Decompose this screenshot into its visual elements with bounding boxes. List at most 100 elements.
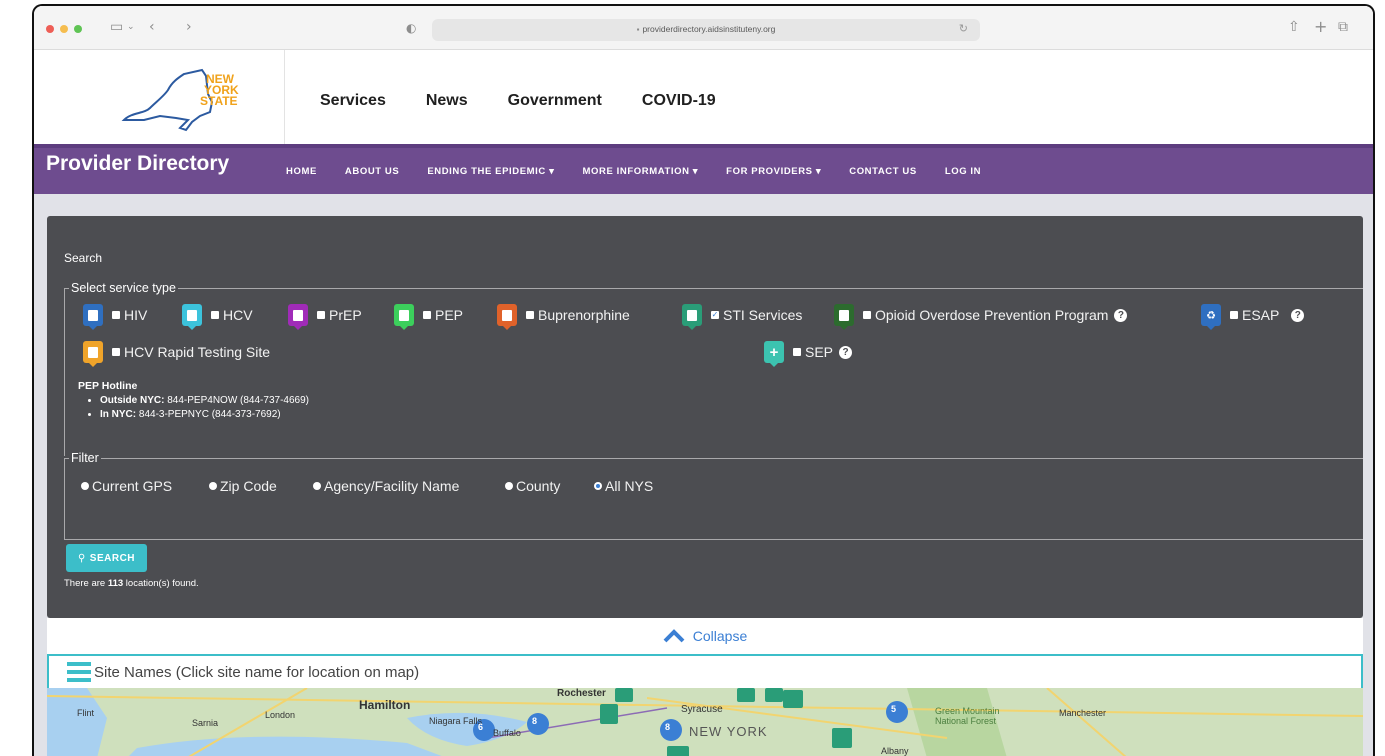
hcv-checkbox[interactable] bbox=[211, 311, 219, 319]
site-nav-menu: HOME ABOUT US ENDING THE EPIDEMIC ▾ MORE… bbox=[286, 166, 981, 177]
search-button[interactable]: ⚲ SEARCH bbox=[66, 544, 147, 572]
service-oopp[interactable]: Opioid Overdose Prevention Program ? bbox=[834, 304, 1128, 330]
current-gps-radio[interactable] bbox=[81, 482, 89, 490]
browser-window: ▭ ⌄ ‹ › ◐ ▪ providerdirectory.aidsinstitu… bbox=[32, 4, 1375, 756]
header-divider bbox=[284, 50, 285, 144]
oopp-checkbox[interactable] bbox=[863, 311, 871, 319]
results-count: 113 bbox=[107, 578, 124, 589]
minimize-window-button[interactable] bbox=[60, 25, 68, 33]
share-icon[interactable]: ⇧ bbox=[1288, 19, 1300, 35]
buprenorphine-label: Buprenorphine bbox=[538, 307, 630, 323]
pep-marker-icon bbox=[394, 304, 414, 330]
all-nys-radio[interactable] bbox=[594, 482, 602, 490]
hcv-label: HCV bbox=[223, 307, 253, 323]
pep-hotline-in-nyc: In NYC: 844-3-PEPNYC (844-373-7692) bbox=[100, 408, 309, 422]
map-label-niagara-falls: Niagara Falls bbox=[429, 716, 483, 726]
page-content: Search Select service type HIV HCV PrEP bbox=[34, 194, 1373, 756]
map-label-new-york: NEW YORK bbox=[689, 724, 768, 739]
nav-more-information[interactable]: MORE INFORMATION ▾ bbox=[583, 166, 699, 177]
nys-logo[interactable]: NEW YORK STATE bbox=[114, 56, 254, 136]
close-window-button[interactable] bbox=[46, 25, 54, 33]
search-panel: Search Select service type HIV HCV PrEP bbox=[47, 216, 1363, 618]
sti-marker-icon bbox=[682, 304, 702, 330]
site-names-header[interactable]: Site Names (Click site name for location… bbox=[47, 654, 1363, 688]
filter-zip-code[interactable]: Zip Code bbox=[209, 478, 277, 494]
map-cluster[interactable]: 8 bbox=[665, 722, 670, 732]
nav-log-in[interactable]: LOG IN bbox=[945, 166, 981, 177]
oopp-help-icon[interactable]: ? bbox=[1114, 308, 1128, 322]
pep-checkbox[interactable] bbox=[423, 311, 431, 319]
hiv-checkbox[interactable] bbox=[112, 311, 120, 319]
zip-code-radio[interactable] bbox=[209, 482, 217, 490]
hcv-rapid-checkbox[interactable] bbox=[112, 348, 120, 356]
county-radio[interactable] bbox=[505, 482, 513, 490]
nav-about-us[interactable]: ABOUT US bbox=[345, 166, 399, 177]
buprenorphine-checkbox[interactable] bbox=[526, 311, 534, 319]
map-cluster[interactable]: 5 bbox=[891, 704, 896, 714]
nav-covid-19[interactable]: COVID-19 bbox=[642, 92, 716, 110]
sep-checkbox[interactable] bbox=[793, 348, 801, 356]
pep-hotline: PEP Hotline Outside NYC: 844-PEP4NOW (84… bbox=[78, 380, 309, 422]
map-label-albany: Albany bbox=[881, 746, 909, 756]
nys-header: NEW YORK STATE Services News Government … bbox=[34, 50, 1373, 144]
pep-label: PEP bbox=[435, 307, 464, 323]
filter-legend: Filter bbox=[69, 451, 101, 465]
service-sep[interactable]: + SEP ? bbox=[764, 341, 853, 367]
nav-news[interactable]: News bbox=[426, 92, 468, 110]
service-sti-services[interactable]: ✓ STI Services bbox=[682, 304, 802, 330]
sep-marker-icon: + bbox=[764, 341, 784, 367]
esap-checkbox[interactable] bbox=[1230, 311, 1238, 319]
chevron-down-icon[interactable]: ⌄ bbox=[127, 22, 135, 32]
reload-icon[interactable]: ↻ bbox=[959, 22, 968, 35]
provider-map[interactable]: Flint Sarnia London Hamilton Niagara Fal… bbox=[47, 688, 1363, 756]
agency-facility-radio[interactable] bbox=[313, 482, 321, 490]
nav-ending-the-epidemic[interactable]: ENDING THE EPIDEMIC ▾ bbox=[427, 166, 554, 177]
address-bar[interactable]: ▪ providerdirectory.aidsinstituteny.org ↻ bbox=[432, 19, 980, 41]
service-hiv[interactable]: HIV bbox=[83, 304, 147, 330]
esap-help-icon[interactable]: ? bbox=[1291, 308, 1305, 322]
pep-hotline-outside-nyc: Outside NYC: 844-PEP4NOW (844-737-4669) bbox=[100, 394, 309, 408]
site-navbar: Provider Directory HOME ABOUT US ENDING … bbox=[34, 144, 1373, 194]
new-tab-icon[interactable]: + bbox=[1314, 17, 1327, 36]
nav-for-providers[interactable]: FOR PROVIDERS ▾ bbox=[726, 166, 821, 177]
privacy-shield-icon[interactable]: ◐ bbox=[406, 21, 416, 35]
service-hcv[interactable]: HCV bbox=[182, 304, 253, 330]
map-label-sarnia: Sarnia bbox=[192, 718, 219, 728]
map-label-rochester: Rochester bbox=[557, 688, 606, 699]
map-label-hamilton: Hamilton bbox=[359, 698, 411, 712]
oopp-marker-icon bbox=[834, 304, 854, 330]
forward-icon[interactable]: › bbox=[186, 19, 192, 35]
nav-services[interactable]: Services bbox=[320, 92, 386, 110]
nav-home[interactable]: HOME bbox=[286, 166, 317, 177]
service-buprenorphine[interactable]: Buprenorphine bbox=[497, 304, 630, 330]
filter-all-nys[interactable]: All NYS bbox=[594, 478, 653, 494]
buprenorphine-marker-icon bbox=[497, 304, 517, 330]
sti-checkbox[interactable]: ✓ bbox=[711, 311, 719, 319]
service-hcv-rapid-testing[interactable]: HCV Rapid Testing Site bbox=[83, 341, 270, 367]
prep-checkbox[interactable] bbox=[317, 311, 325, 319]
filter-county[interactable]: County bbox=[505, 478, 560, 494]
site-names-label: Site Names (Click site name for location… bbox=[94, 663, 420, 681]
maximize-window-button[interactable] bbox=[74, 25, 82, 33]
nav-government[interactable]: Government bbox=[508, 92, 602, 110]
service-esap[interactable]: ♻ ESAP ? bbox=[1201, 304, 1305, 330]
tab-overview-icon[interactable]: ⧉ bbox=[1338, 19, 1348, 35]
chevron-up-icon bbox=[663, 629, 685, 643]
service-pep[interactable]: PEP bbox=[394, 304, 464, 330]
service-prep[interactable]: PrEP bbox=[288, 304, 362, 330]
esap-label: ESAP bbox=[1242, 307, 1280, 323]
map-cluster[interactable]: 6 bbox=[478, 722, 483, 732]
collapse-toggle[interactable]: Collapse bbox=[47, 618, 1363, 654]
sep-help-icon[interactable]: ? bbox=[839, 345, 853, 359]
back-icon[interactable]: ‹ bbox=[149, 19, 155, 35]
map-label-syracuse: Syracuse bbox=[681, 704, 723, 715]
sidebar-toggle-icon[interactable]: ▭ bbox=[110, 19, 123, 35]
filter-agency-facility-name[interactable]: Agency/Facility Name bbox=[313, 478, 459, 494]
list-icon bbox=[67, 662, 91, 682]
hcv-rapid-marker-icon bbox=[83, 341, 103, 367]
site-title[interactable]: Provider Directory bbox=[46, 152, 229, 176]
filter-current-gps[interactable]: Current GPS bbox=[81, 478, 172, 494]
map-cluster[interactable]: 8 bbox=[532, 716, 537, 726]
nav-contact-us[interactable]: CONTACT US bbox=[849, 166, 917, 177]
map-label-buffalo: Buffalo bbox=[493, 728, 521, 738]
